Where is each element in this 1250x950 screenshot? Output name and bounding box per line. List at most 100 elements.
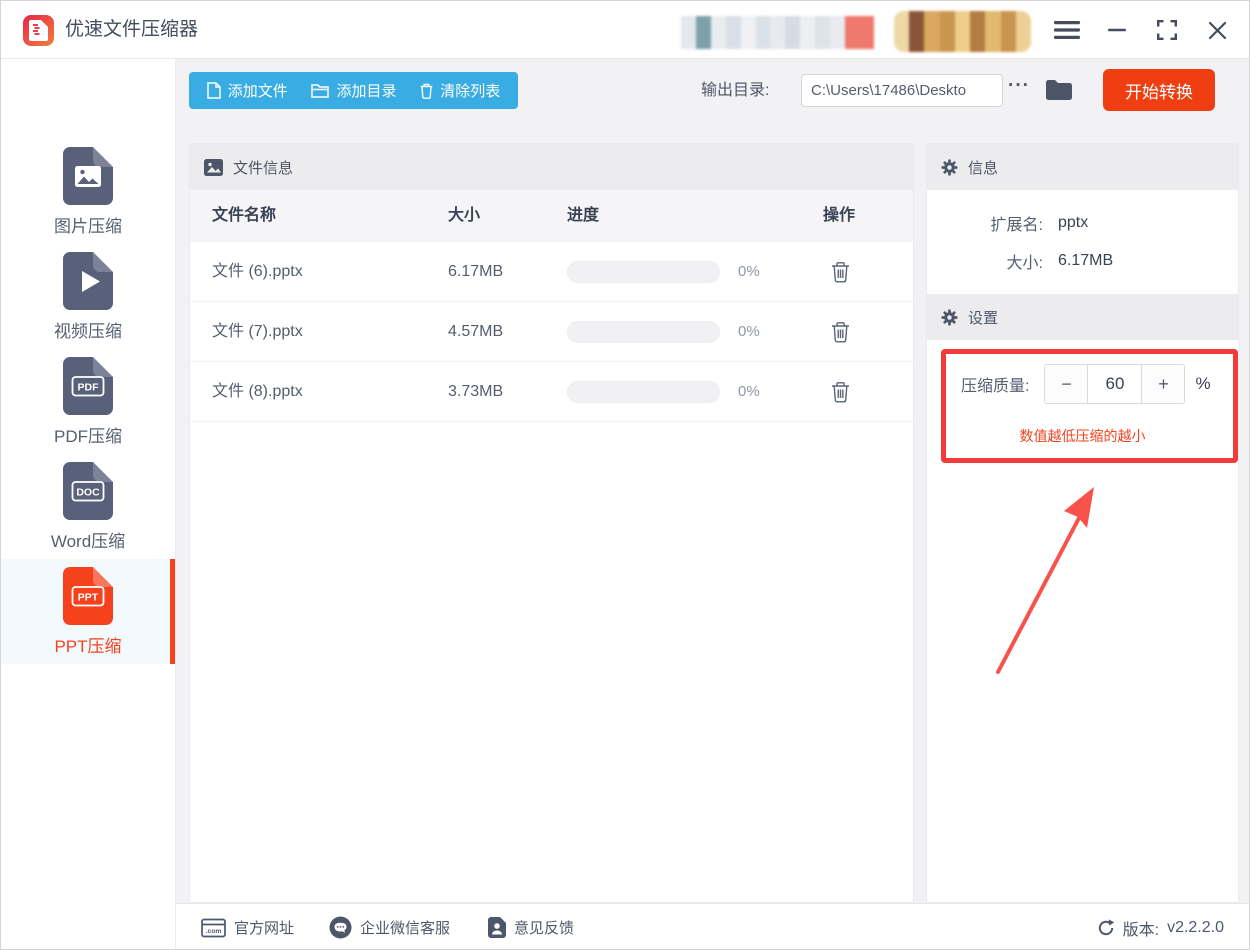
output-dir-input[interactable] <box>801 74 1003 107</box>
gear-icon <box>941 158 958 176</box>
table-row: 文件 (7).pptx 4.57MB 0% <box>190 302 913 362</box>
clear-list-button[interactable]: 清除列表 <box>414 80 506 101</box>
delete-file-button[interactable] <box>828 320 852 344</box>
minimize-icon[interactable] <box>1099 1 1135 59</box>
version-update[interactable]: 版本: v2.2.2.0 <box>1097 904 1224 949</box>
progress-bar <box>567 381 720 403</box>
quality-plus-button[interactable]: + <box>1142 365 1185 403</box>
footer-bar: .com 官方网址 企业微信客服 意见反馈 版本: v2.2.2.0 <box>176 903 1249 949</box>
browse-more-button[interactable]: ··· <box>1008 67 1030 104</box>
wechat-chat-icon <box>329 916 352 939</box>
col-size: 大小 <box>448 207 481 224</box>
file-name: 文件 (8).pptx <box>212 383 303 400</box>
table-header: 文件名称 大小 进度 操作 <box>190 190 913 242</box>
file-size: 6.17MB <box>448 263 504 280</box>
info-header: 信息 <box>927 144 1238 190</box>
quality-note: 数值越低压缩的越小 <box>1019 428 1146 444</box>
ext-label: 扩展名: <box>990 217 1043 234</box>
refresh-icon <box>1098 918 1114 935</box>
wechat-service-link[interactable]: 企业微信客服 <box>329 904 450 949</box>
file-list-panel: 文件信息 文件名称 大小 进度 操作 文件 (6).pptx 6.17MB 0%… <box>189 143 914 903</box>
col-operation: 操作 <box>823 207 856 224</box>
progress-bar <box>567 261 720 283</box>
trash-icon <box>831 262 849 283</box>
sidebar-item-label: PDF压缩 <box>54 426 122 446</box>
file-actions-toolbar: 添加文件 添加目录 清除列表 <box>189 72 518 109</box>
ppt-doc-icon: PPT <box>63 566 113 625</box>
trash-icon <box>831 382 849 403</box>
settings-title: 设置 <box>968 309 999 327</box>
image-doc-icon <box>63 146 113 205</box>
pdf-doc-icon: PDF <box>63 356 113 415</box>
size-label: 大小: <box>1006 255 1043 272</box>
close-icon[interactable] <box>1199 1 1235 59</box>
settings-header: 设置 <box>927 294 1238 340</box>
app-logo-zip-doc-icon <box>23 15 54 46</box>
sidebar-item-video-compress[interactable]: 视频压缩 <box>1 244 175 349</box>
dotcom-browser-icon: .com <box>201 918 226 937</box>
progress-percent: 0% <box>738 263 760 280</box>
titlebar: 优速文件压缩器 <box>1 1 1249 59</box>
app-window: 优速文件压缩器 图片压缩 视频压缩 PDF PDF压缩 DOC Word压缩 P… <box>0 0 1250 950</box>
svg-text:DOC: DOC <box>76 486 100 498</box>
quality-stepper: − 60 + <box>1044 364 1186 404</box>
file-name: 文件 (6).pptx <box>212 263 303 280</box>
official-website-link[interactable]: .com 官方网址 <box>201 904 294 949</box>
table-row: 文件 (8).pptx 3.73MB 0% <box>190 362 913 422</box>
delete-file-button[interactable] <box>828 260 852 284</box>
svg-text:.com: .com <box>206 928 222 935</box>
add-directory-button[interactable]: 添加目录 <box>305 80 402 101</box>
add-file-button[interactable]: 添加文件 <box>201 80 294 101</box>
app-title: 优速文件压缩器 <box>65 19 199 40</box>
sidebar-item-label: 视频压缩 <box>54 321 122 341</box>
sidebar-item-label: Word压缩 <box>50 531 126 551</box>
col-progress: 进度 <box>567 207 600 224</box>
hamburger-menu-icon[interactable] <box>1049 1 1085 59</box>
gear-icon <box>941 308 958 326</box>
quality-value[interactable]: 60 <box>1087 365 1143 403</box>
version-label: 版本: <box>1122 921 1160 939</box>
word-doc-icon: DOC <box>63 461 113 520</box>
delete-file-button[interactable] <box>828 380 852 404</box>
file-size: 4.57MB <box>448 323 504 340</box>
percent-sign: % <box>1195 374 1211 393</box>
trash-icon <box>831 322 849 343</box>
sidebar-item-pdf-compress[interactable]: PDF PDF压缩 <box>1 349 175 454</box>
sidebar-item-word-compress[interactable]: DOC Word压缩 <box>1 454 175 559</box>
progress-percent: 0% <box>738 383 760 400</box>
col-filename: 文件名称 <box>212 207 277 224</box>
redacted-badge <box>681 16 874 49</box>
quality-label: 压缩质量: <box>961 378 1030 395</box>
feedback-link[interactable]: 意见反馈 <box>488 904 574 949</box>
redacted-avatar <box>894 11 1031 52</box>
ext-value: pptx <box>1058 214 1089 231</box>
file-name: 文件 (7).pptx <box>212 323 303 340</box>
quality-minus-button[interactable]: − <box>1045 365 1088 403</box>
file-info-header: 文件信息 <box>190 144 913 190</box>
start-convert-button[interactable]: 开始转换 <box>1103 69 1215 111</box>
info-settings-panel: 信息 扩展名: pptx 大小: 6.17MB 设置 压缩质量: − 60 + … <box>926 143 1239 903</box>
sidebar-item-ppt-compress[interactable]: PPT PPT压缩 <box>1 559 175 664</box>
size-value: 6.17MB <box>1058 252 1114 269</box>
add-file-icon <box>206 82 221 99</box>
progress-percent: 0% <box>738 323 760 340</box>
maximize-icon[interactable] <box>1149 1 1185 59</box>
picture-icon <box>204 158 223 176</box>
sidebar: 图片压缩 视频压缩 PDF PDF压缩 DOC Word压缩 PPT PPT压缩 <box>1 59 176 949</box>
sidebar-item-label: 图片压缩 <box>54 216 122 236</box>
trash-icon <box>420 83 433 99</box>
output-dir-label: 输出目录: <box>701 82 770 99</box>
video-doc-icon <box>63 251 113 310</box>
quality-row: 压缩质量: − 60 + % <box>927 364 1238 404</box>
open-folder-button[interactable] <box>1045 78 1073 107</box>
svg-text:PDF: PDF <box>78 381 100 393</box>
file-info-title: 文件信息 <box>233 159 294 177</box>
sidebar-item-label: PPT压缩 <box>54 636 122 656</box>
sidebar-item-image-compress[interactable]: 图片压缩 <box>1 139 175 244</box>
folder-icon <box>1046 80 1072 100</box>
svg-text:PPT: PPT <box>78 591 99 603</box>
table-row: 文件 (6).pptx 6.17MB 0% <box>190 242 913 302</box>
file-size: 3.73MB <box>448 383 504 400</box>
info-body: 扩展名: pptx 大小: 6.17MB <box>927 190 1238 294</box>
version-value: v2.2.2.0 <box>1167 918 1224 936</box>
